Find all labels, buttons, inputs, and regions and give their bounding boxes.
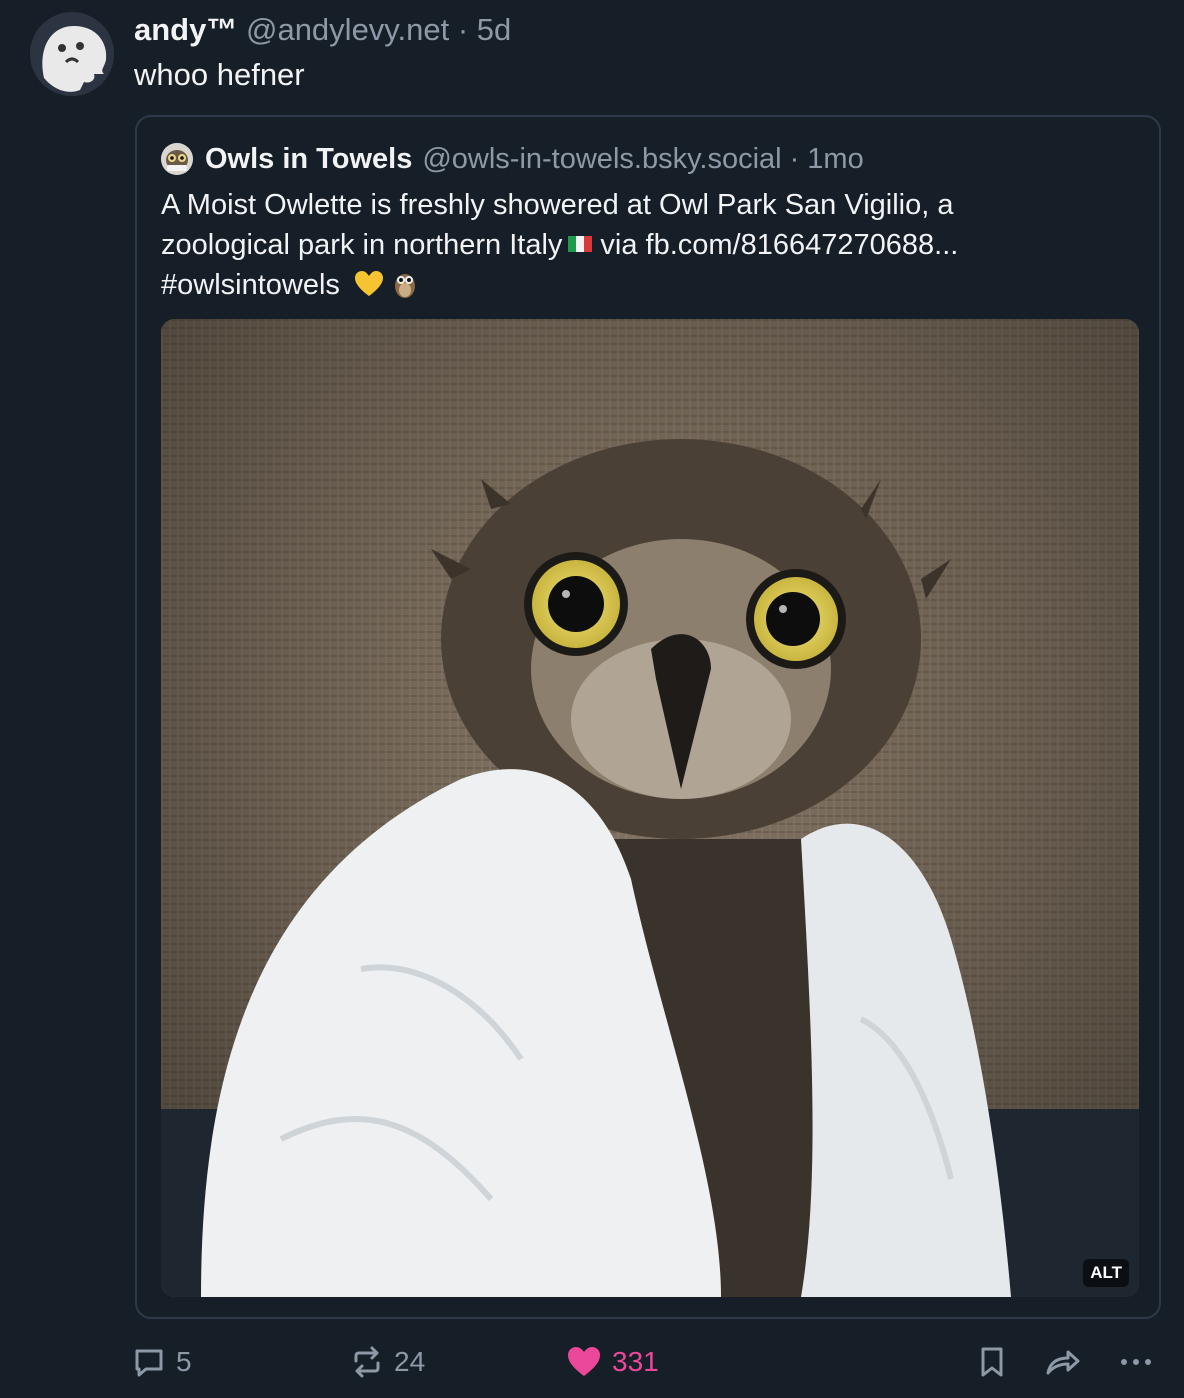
owl-emoji-icon bbox=[395, 274, 416, 299]
quote-hashtag[interactable]: #owlsintowels bbox=[161, 269, 340, 301]
heart-icon bbox=[568, 1347, 600, 1376]
author-name[interactable]: andy™ bbox=[134, 12, 237, 47]
like-count: 331 bbox=[612, 1346, 659, 1377]
more-icon bbox=[1121, 1359, 1151, 1365]
owl-avatar-icon bbox=[161, 143, 193, 175]
post-time[interactable]: 5d bbox=[477, 12, 511, 47]
bookmark-icon bbox=[981, 1347, 1003, 1377]
like-button[interactable]: 331 bbox=[566, 1338, 659, 1386]
post-text: whoo hefner bbox=[134, 57, 305, 92]
italy-flag-icon bbox=[568, 236, 593, 253]
quote-author-name[interactable]: Owls in Towels bbox=[205, 143, 412, 176]
owl-photo[interactable]: ALT bbox=[161, 319, 1139, 1297]
quote-text-line2a: zoological park in northern Italy bbox=[161, 229, 563, 261]
repost-button[interactable]: 24 bbox=[350, 1338, 425, 1386]
repost-icon bbox=[354, 1346, 380, 1378]
quote-text-line1: A Moist Owlette is freshly showered at O… bbox=[161, 189, 954, 221]
owl-photo-illustration bbox=[161, 319, 1139, 1297]
quote-author-avatar[interactable] bbox=[161, 143, 193, 175]
quote-card[interactable]: Owls in Towels @owls-in-towels.bsky.soci… bbox=[135, 115, 1161, 1319]
share-icon bbox=[1046, 1350, 1080, 1375]
share-button[interactable] bbox=[1044, 1338, 1092, 1386]
quote-time[interactable]: 1mo bbox=[807, 143, 863, 176]
separator: · bbox=[457, 12, 469, 47]
yellow-heart-icon bbox=[354, 271, 383, 297]
quote-text: A Moist Owlette is freshly showered at O… bbox=[161, 185, 1121, 305]
quote-header: Owls in Towels @owls-in-towels.bsky.soci… bbox=[161, 139, 864, 179]
action-bar: 5 24 331 bbox=[0, 1338, 1184, 1386]
reply-button[interactable]: 5 bbox=[132, 1338, 192, 1386]
bookmark-button[interactable] bbox=[976, 1338, 1018, 1386]
reply-icon bbox=[135, 1349, 163, 1377]
reply-count: 5 bbox=[176, 1346, 192, 1377]
alt-badge[interactable]: ALT bbox=[1083, 1259, 1129, 1287]
quote-author-handle[interactable]: @owls-in-towels.bsky.social bbox=[422, 143, 781, 176]
quote-separator: · bbox=[789, 142, 800, 175]
repost-count: 24 bbox=[394, 1346, 426, 1377]
author-avatar[interactable] bbox=[30, 12, 114, 96]
author-handle[interactable]: @andylevy.net bbox=[246, 12, 449, 47]
quote-link[interactable]: via fb.com/816647270688... bbox=[600, 229, 958, 261]
post-header: andy™ @andylevy.net · 5d bbox=[134, 10, 511, 50]
ghost-avatar-icon bbox=[30, 12, 114, 96]
more-button[interactable] bbox=[1118, 1338, 1164, 1386]
